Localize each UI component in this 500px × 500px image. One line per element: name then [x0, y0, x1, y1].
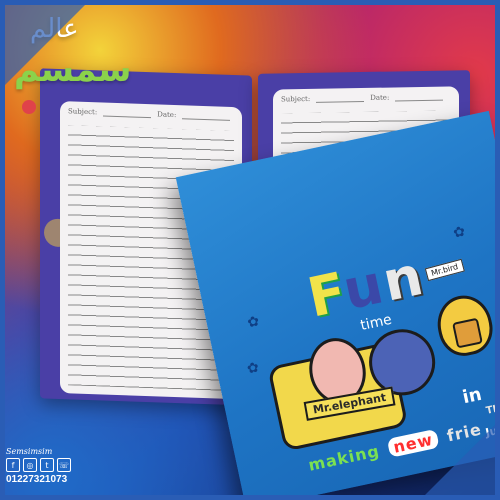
subject-label: Subject:	[68, 107, 98, 117]
subject-line	[316, 93, 365, 103]
date-label: Date:	[370, 93, 390, 102]
paw-print-icon: ✿	[245, 359, 261, 378]
paw-print-icon: ✿	[246, 313, 261, 332]
logo-arabic-line1: عالم	[30, 14, 79, 44]
whatsapp-icon[interactable]: ☏	[57, 458, 71, 472]
social-icons: f ◎ t ☏	[6, 458, 71, 472]
cover-word-the: THE	[485, 401, 500, 417]
date-line	[182, 111, 231, 121]
twitter-icon[interactable]: t	[40, 458, 54, 472]
cover-word-friends: frie	[445, 419, 484, 446]
phone-number: 01227321073	[6, 474, 68, 485]
bird-wing	[452, 317, 483, 349]
sheet-header-right: Subject: Date:	[281, 92, 451, 103]
sheet-header-left: Subject: Date:	[68, 107, 234, 121]
logo-arabic-line2: سمسم	[14, 50, 132, 90]
flower-decoration	[22, 100, 36, 114]
subject-line	[103, 108, 152, 119]
subject-label: Subject:	[281, 94, 311, 104]
cover-word-new: new	[386, 428, 440, 458]
cover-word-jungle: Jungle	[484, 418, 500, 440]
photo-stage: Subject: Date: Subject: Date: ✿ ✿ ✿ Fun …	[0, 0, 500, 500]
contact-footer: Semsimsim f ◎ t ☏ 01227321073	[6, 447, 71, 485]
instagram-icon[interactable]: ◎	[23, 458, 37, 472]
brand-logo: عالم سمسم	[4, 6, 132, 96]
notebook-cover: ✿ ✿ ✿ Fun time Mr.bird Mr.elephant in TH…	[175, 110, 500, 500]
cover-word-in: in	[460, 383, 484, 409]
facebook-icon[interactable]: f	[6, 458, 20, 472]
date-line	[395, 92, 444, 102]
bird-name-tag: Mr.bird	[424, 258, 465, 282]
brand-handle: Semsimsim	[6, 447, 53, 456]
cover-word-making: making	[306, 441, 382, 475]
date-label: Date:	[157, 110, 177, 120]
paw-print-icon: ✿	[451, 223, 467, 242]
